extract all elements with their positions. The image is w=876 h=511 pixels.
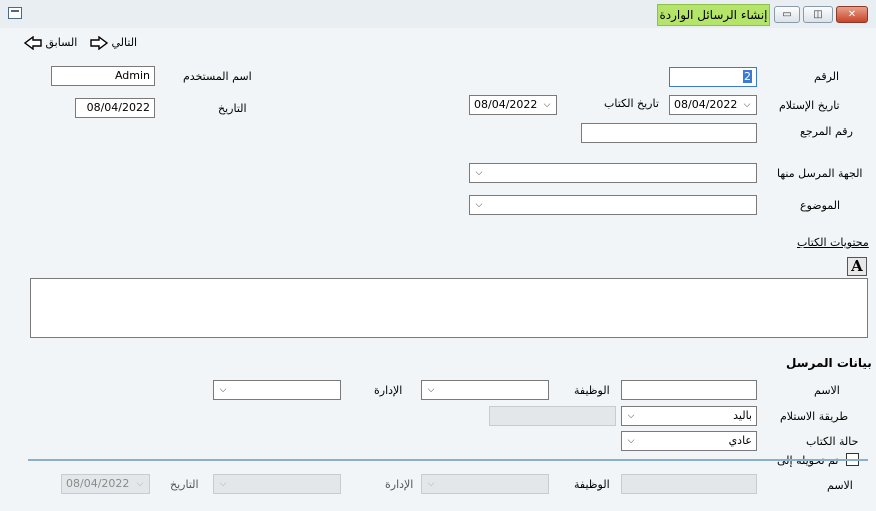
contents-label: محتويات الكتاب [797,236,869,249]
chevron-down-icon: ⌵ [543,100,551,110]
transfer-date-value: 08/04/2022 [66,477,130,490]
reference-label: رقم المرجع [800,125,853,138]
transfer-job-select: ⌵ [421,474,549,494]
section-separator [28,459,868,461]
sender-entity-label: الجهة المرسل منها [777,167,863,180]
receipt-date-value: 08/04/2022 [674,98,738,111]
date-field: 08/04/2022 [75,98,155,118]
chevron-down-icon: ⌵ [743,100,751,110]
chevron-down-icon: ⌵ [136,479,144,489]
receipt-extra-field [489,406,616,426]
app-icon[interactable] [8,7,22,19]
title-bar: إنشاء الرسائل الواردة ▭ ◫ ✕ [0,0,876,28]
chevron-down-icon: ⌵ [475,168,483,178]
transfer-dept-label: الإدارة [385,478,414,491]
sender-dept-label: الإدارة [374,384,403,397]
close-button[interactable]: ✕ [836,6,868,23]
form-body: التالي السابق الرقم تاريخ الإستلام رقم ا… [0,28,876,511]
next-button[interactable]: التالي [90,35,137,51]
letter-status-value: عادي [728,434,752,447]
date-label: التاريخ [218,102,247,115]
number-field[interactable]: 2 [669,67,757,87]
chevron-down-icon: ⌵ [627,436,635,446]
chevron-down-icon: ⌵ [475,200,483,210]
receipt-date-picker[interactable]: 08/04/2022 ⌵ [669,95,757,115]
sender-job-label: الوظيفة [574,384,610,397]
subject-select[interactable]: ⌵ [469,195,757,215]
sender-dept-select[interactable]: ⌵ [213,380,341,400]
chevron-down-icon: ⌵ [427,479,435,489]
sender-job-select[interactable]: ⌵ [421,380,549,400]
font-button[interactable]: A [847,257,867,276]
next-label: التالي [111,36,138,49]
receipt-date-label: تاريخ الإستلام [779,99,840,112]
arrow-right-icon [90,36,108,50]
contents-textarea[interactable] [30,278,868,338]
transfer-dept-select: ⌵ [213,474,341,494]
letter-status-label: حالة الكتاب [806,435,859,448]
reference-field[interactable] [581,123,757,143]
letter-status-select[interactable]: ⌵ عادي [621,431,757,451]
transfer-date-label: التاريخ [170,478,199,491]
prev-label: السابق [45,36,78,49]
letter-date-picker[interactable]: 08/04/2022 ⌵ [469,95,557,115]
transfer-job-label: الوظيفة [574,478,610,491]
transfer-date-picker: 08/04/2022 ⌵ [61,474,150,494]
number-label: الرقم [814,70,840,83]
prev-button[interactable]: السابق [24,35,77,51]
sender-name-field[interactable] [621,380,757,400]
arrow-left-icon [24,36,42,50]
chevron-down-icon: ⌵ [219,385,227,395]
transfer-name-field [621,474,757,494]
letter-date-label: تاريخ الكتاب [604,97,659,110]
receipt-method-select[interactable]: ⌵ باليد [621,406,757,426]
sender-entity-select[interactable]: ⌵ [469,163,757,183]
chevron-down-icon: ⌵ [427,385,435,395]
username-label: اسم المستخدم [183,70,252,83]
sender-section-title: بيانات المرسل [786,356,872,370]
subject-label: الموضوع [800,199,841,212]
letter-date-value: 08/04/2022 [474,98,538,111]
minimize-button[interactable]: ▭ [774,6,800,23]
window-title: إنشاء الرسائل الواردة [657,4,770,26]
chevron-down-icon: ⌵ [627,411,635,421]
sender-name-label: الاسم [814,384,840,397]
restore-button[interactable]: ◫ [803,6,833,23]
username-field: Admin [51,66,155,86]
receipt-method-label: طريقة الاستلام [780,410,849,423]
number-value: 2 [743,70,752,83]
receipt-method-value: باليد [733,409,752,422]
chevron-down-icon: ⌵ [219,479,227,489]
transfer-name-label: الاسم [827,479,853,492]
